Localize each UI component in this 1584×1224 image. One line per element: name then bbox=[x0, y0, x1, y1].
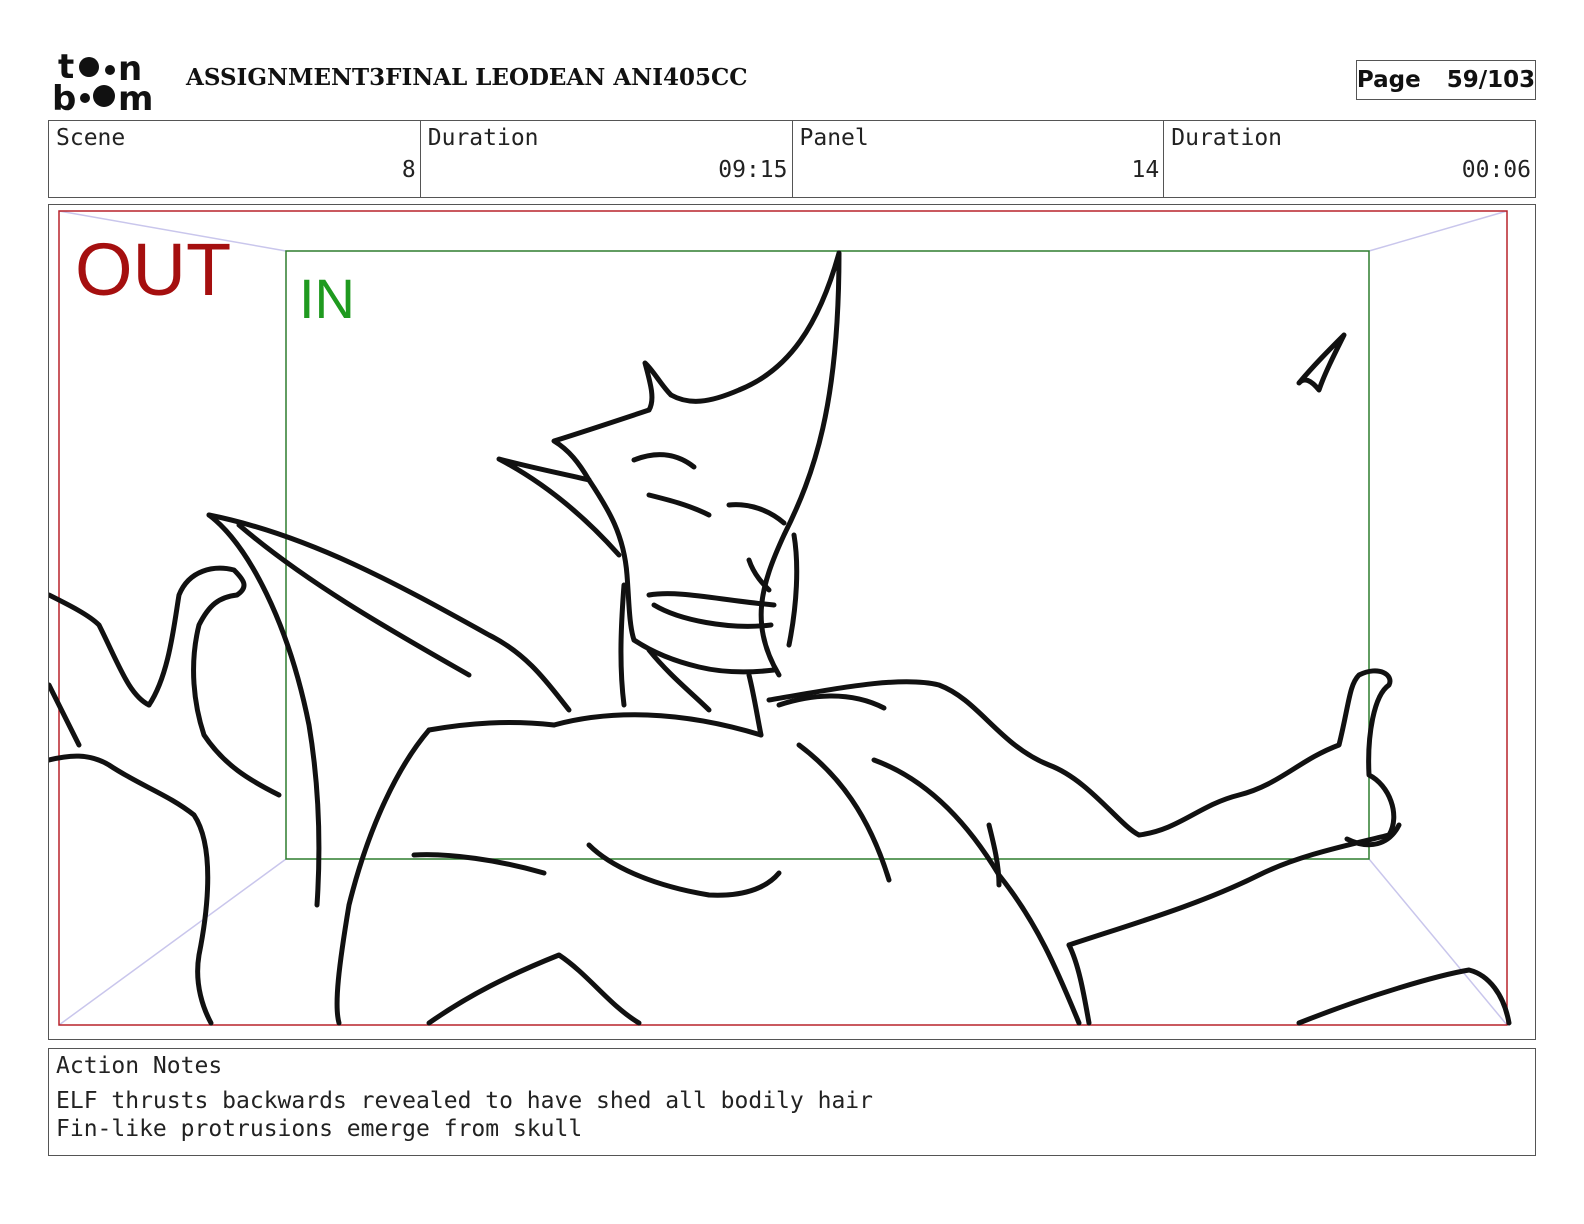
panel-drawing bbox=[49, 210, 1512, 1026]
panel-duration-value: 00:06 bbox=[1461, 157, 1531, 183]
page-indicator: Page 59/103 bbox=[1356, 60, 1536, 100]
scene-info-table: Scene 8 Duration 09:15 Panel 14 Duration… bbox=[48, 120, 1536, 198]
page-number: 59/103 bbox=[1446, 67, 1536, 93]
action-note-line: ELF thrusts backwards revealed to have s… bbox=[56, 1088, 873, 1114]
project-title: ASSIGNMENT3FINAL LEODEAN ANI405CC bbox=[186, 64, 748, 91]
action-notes: Action Notes ELF thrusts backwards revea… bbox=[48, 1048, 1536, 1156]
panel-duration-label: Duration bbox=[1171, 125, 1283, 151]
storyboard-panel: OUT IN bbox=[48, 204, 1536, 1040]
scene-duration-label: Duration bbox=[427, 125, 539, 151]
action-note-line: Fin-like protrusions emerge from skull bbox=[56, 1116, 583, 1142]
character-sketch bbox=[49, 250, 1512, 1026]
page-label: Page bbox=[1356, 67, 1421, 93]
toon-boom-logo-icon: t n b m bbox=[52, 50, 153, 112]
svg-text:b: b bbox=[52, 79, 76, 112]
out-label: OUT bbox=[75, 228, 232, 311]
panel-number: 14 bbox=[1131, 157, 1160, 183]
in-label: IN bbox=[299, 267, 355, 330]
panel-duration-cell: Duration 00:06 bbox=[1164, 121, 1535, 197]
scene-number: 8 bbox=[401, 157, 416, 183]
panel-label: Panel bbox=[799, 125, 869, 151]
panel-cell: Panel 14 bbox=[793, 121, 1165, 197]
scene-duration-cell: Duration 09:15 bbox=[421, 121, 793, 197]
scene-duration-value: 09:15 bbox=[718, 157, 788, 183]
scene-cell: Scene 8 bbox=[49, 121, 421, 197]
action-notes-text: ELF thrusts backwards revealed to have s… bbox=[56, 1087, 873, 1143]
svg-text:m: m bbox=[118, 79, 153, 112]
scene-label: Scene bbox=[56, 125, 126, 151]
action-notes-label: Action Notes bbox=[56, 1053, 223, 1079]
